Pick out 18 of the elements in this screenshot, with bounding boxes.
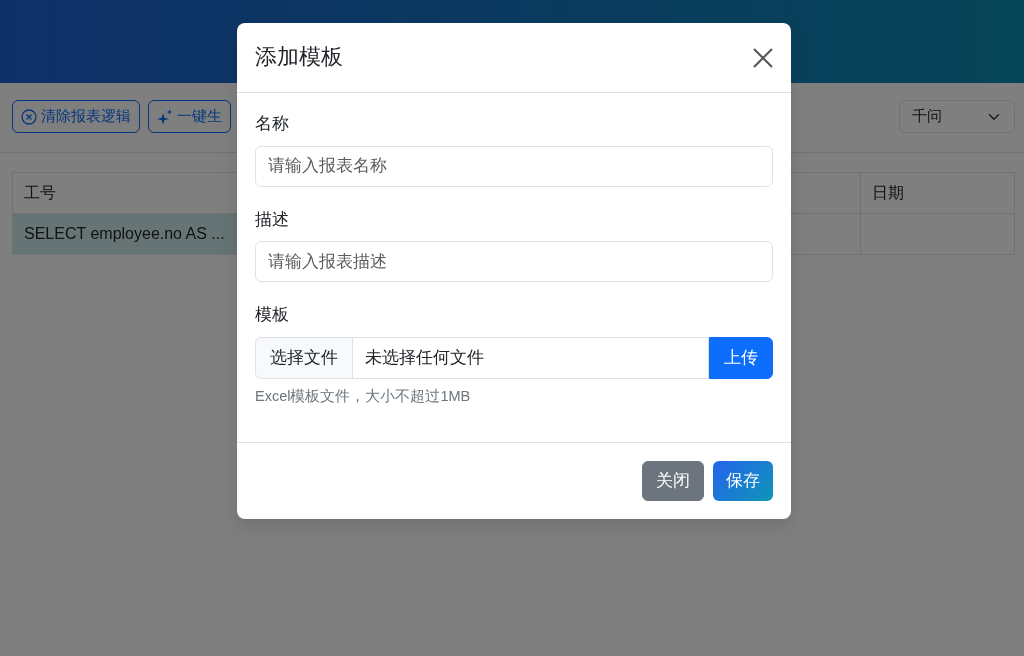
close-button[interactable]: 关闭 — [642, 461, 704, 501]
help-text: Excel模板文件，大小不超过1MB — [255, 386, 472, 406]
input-field[interactable]: 请输入报表名称 — [255, 145, 773, 187]
field-label: 模板 — [255, 304, 290, 326]
model-select[interactable]: 千问 — [899, 100, 1015, 133]
column-header: 日期 — [860, 172, 1015, 214]
toolbar-button[interactable]: 清除报表逻辑 — [12, 100, 140, 133]
toolbar-button[interactable]: 一键生 — [148, 100, 231, 133]
sparkle-icon — [157, 108, 173, 125]
choose-file-button[interactable]: 选择文件 — [255, 336, 353, 379]
file-status: 未选择任何文件 — [353, 336, 709, 379]
modal-title: 添加模板 — [255, 44, 343, 71]
close-icon[interactable] — [751, 45, 775, 70]
clear-icon — [21, 108, 37, 125]
input-field[interactable]: 请输入报表描述 — [255, 241, 773, 282]
upload-button[interactable]: 上传 — [709, 336, 773, 379]
field-label: 名称 — [255, 113, 290, 135]
save-button[interactable]: 保存 — [713, 461, 773, 501]
